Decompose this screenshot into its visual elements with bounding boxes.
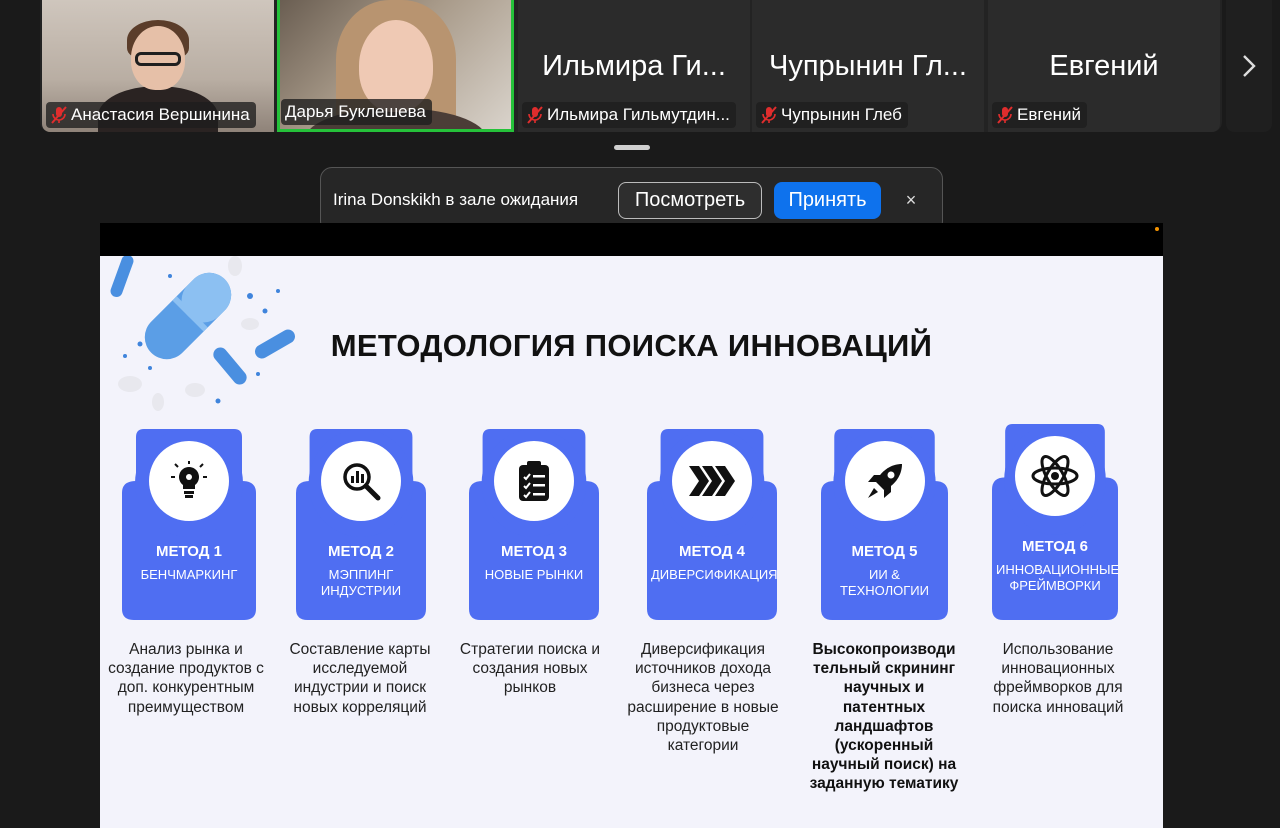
waiting-room-message: Irina Donskikh в зале ожидания <box>333 190 579 209</box>
method-description: Стратегии поиска и создания новых рынков <box>459 641 601 697</box>
method-subtitle: БЕНЧМАРКИНГ <box>140 567 238 582</box>
participant-tile-5[interactable]: Евгений Евгений <box>988 0 1220 132</box>
method-label: МЕТОД 4 <box>679 543 745 560</box>
method-card-4: МЕТОД 4 ДИВЕРСИФИКАЦИЯ <box>647 429 778 620</box>
method-card-5: МЕТОД 5 ИИ & ТЕХНОЛОГИИ <box>821 429 948 620</box>
method-label: МЕТОД 3 <box>501 543 567 560</box>
mic-muted-icon <box>527 106 543 124</box>
participant-name: Евгений <box>1017 105 1082 124</box>
method-card-1: МЕТОД 1 БЕНЧМАРКИНГ <box>122 429 256 620</box>
participant-big-name: Ильмира Ги... <box>542 50 726 82</box>
mic-muted-icon <box>997 106 1013 124</box>
method-card-3: МЕТОД 3 НОВЫЕ РЫНКИ <box>469 429 599 620</box>
clipboard-icon <box>494 441 574 521</box>
method-subtitle: ИННОВАЦИОННЫЕ ФРЕЙМВОРКИ <box>996 562 1120 593</box>
participant-name: Чупрынин Глеб <box>781 105 902 124</box>
close-icon[interactable]: × <box>899 188 923 212</box>
method-label: МЕТОД 5 <box>851 543 918 560</box>
method-subtitle: НОВЫЕ РЫНКИ <box>484 567 584 582</box>
method-description: Составление карты исследуемой индустрии … <box>289 641 431 716</box>
shared-screen-topbar <box>100 223 1163 256</box>
accept-button[interactable]: Принять <box>774 182 881 219</box>
lightbulb-icon <box>149 441 229 521</box>
participant-name: Ильмира Гильмутдин... <box>547 105 730 124</box>
mic-muted-icon <box>51 106 67 124</box>
method-description: Использование инновационных фреймворков … <box>992 641 1124 716</box>
participant-big-name: Евгений <box>1049 50 1159 82</box>
chevrons-icon <box>672 441 752 521</box>
method-card-2: МЕТОД 2 МЭППИНГ ИНДУСТРИИ <box>296 429 426 620</box>
method-description: Высокопроизводи тельный скрининг научных… <box>809 641 959 793</box>
participant-video-2-active-speaker[interactable]: Дарья Буклешева <box>277 0 514 132</box>
participant-big-name: Чупрынин Гл... <box>769 50 967 82</box>
method-subtitle: ИИ & ТЕХНОЛОГИИ <box>839 567 929 598</box>
participant-video-1[interactable]: Анастасия Вершинина <box>42 0 274 132</box>
shared-slide: МЕТОДОЛОГИЯ ПОИСКА ИННОВАЦИЙ МЕТОД 1 БЕН… <box>100 256 1163 828</box>
rocket-icon <box>844 441 925 521</box>
method-subtitle: МЭППИНГ ИНДУСТРИИ <box>320 567 402 598</box>
method-label: МЕТОД 1 <box>156 543 222 560</box>
participant-name-badge: Евгений <box>992 102 1088 128</box>
participant-name-badge: Чупрынин Глеб <box>756 102 908 128</box>
chart-search-icon <box>321 441 401 521</box>
view-button[interactable]: Посмотреть <box>618 182 762 219</box>
next-page-button[interactable] <box>1226 0 1272 132</box>
participant-name-badge: Дарья Буклешева <box>281 99 432 125</box>
method-label: МЕТОД 2 <box>328 543 394 560</box>
method-label: МЕТОД 6 <box>1022 538 1088 555</box>
participant-name: Анастасия Вершинина <box>71 105 250 124</box>
chevron-right-icon <box>1243 55 1256 77</box>
method-subtitle: ДИВЕРСИФИКАЦИЯ <box>651 567 778 582</box>
participant-figure <box>135 52 181 66</box>
participant-name-badge: Ильмира Гильмутдин... <box>522 102 736 128</box>
mic-muted-icon <box>761 106 777 124</box>
participant-name: Дарья Буклешева <box>285 102 426 121</box>
method-card-6: МЕТОД 6 ИННОВАЦИОННЫЕ ФРЕЙМВОРКИ <box>992 424 1120 620</box>
method-description: Диверсификация источников дохода бизнеса… <box>627 641 779 755</box>
slide-title: МЕТОДОЛОГИЯ ПОИСКА ИННОВАЦИЙ <box>330 328 933 363</box>
strip-drag-handle[interactable] <box>614 145 650 150</box>
recording-indicator-dot <box>1155 227 1159 231</box>
atom-icon <box>1015 436 1095 516</box>
participant-tile-3[interactable]: Ильмира Ги... Ильмира Гильмутдин... <box>518 0 750 132</box>
participant-tile-4[interactable]: Чупрынин Гл... Чупрынин Глеб <box>752 0 984 132</box>
method-description: Анализ рынка и создание продуктов с доп.… <box>108 641 264 716</box>
participant-name-badge: Анастасия Вершинина <box>46 102 256 128</box>
